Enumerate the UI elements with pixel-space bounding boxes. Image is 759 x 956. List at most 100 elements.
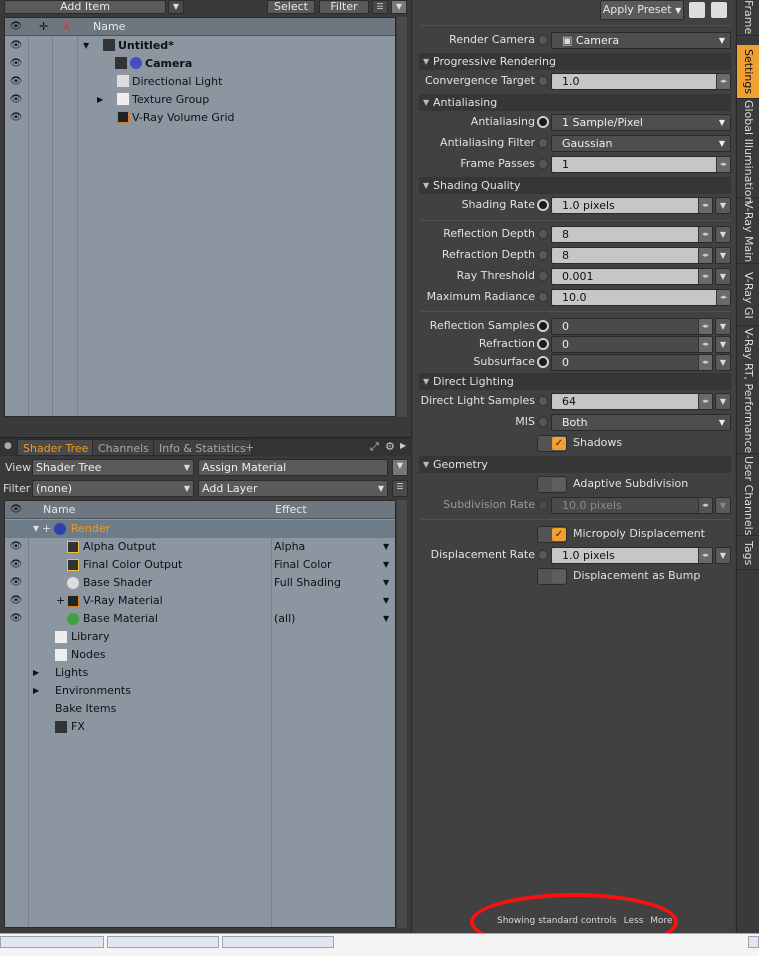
spinner-icon[interactable]: ◂▸ [698, 337, 712, 352]
channel-dot[interactable] [537, 338, 549, 350]
chevron-down-icon[interactable]: ▼ [715, 354, 731, 371]
spinner-icon[interactable]: ◂▸ [698, 394, 712, 409]
tab-user-channels[interactable]: User Channels [737, 456, 759, 536]
taskbar-button[interactable] [107, 936, 219, 948]
panel-arrow-icon[interactable]: ▶ [400, 441, 406, 450]
spinner-icon[interactable]: ◂▸ [698, 355, 712, 370]
subdivision-rate-field[interactable]: 10.0 pixels ◂▸ [551, 497, 713, 514]
add-item-button[interactable]: Add Item [4, 0, 166, 14]
refraction-field[interactable]: 0 ◂▸ [551, 336, 713, 353]
shading-section[interactable]: ▼ Shading Quality [419, 177, 731, 194]
tab-frame[interactable]: Frame [737, 0, 759, 36]
list-item[interactable]: ▶ Environments [5, 682, 395, 700]
visibility-icon[interactable]: 👁 [9, 542, 23, 552]
channel-dot[interactable] [537, 137, 549, 149]
chevron-down-icon[interactable]: ▼ [715, 226, 731, 243]
displacement-rate-field[interactable]: 1.0 pixels ◂▸ [551, 547, 713, 564]
chevron-down-icon[interactable]: ▼ [715, 393, 731, 410]
add-layer-dropdown[interactable]: Add Layer ▼ [198, 480, 388, 497]
list-item[interactable]: 👁 Camera [5, 55, 395, 73]
row-effect[interactable]: Full Shading [274, 574, 341, 592]
list-item[interactable]: Library [5, 628, 395, 646]
list-item[interactable]: FX [5, 718, 395, 736]
name-column-header[interactable]: Name [93, 20, 125, 33]
displacement-bump-checkbox[interactable] [537, 568, 567, 585]
visibility-icon[interactable]: 👁 [9, 41, 23, 51]
aa-filter-dropdown[interactable]: Gaussian ▼ [551, 135, 731, 152]
chevron-down-icon[interactable]: ▼ [715, 197, 731, 214]
plus-icon[interactable]: + [42, 520, 51, 538]
table-row[interactable]: 👁 Final Color Output Final Color ▼ [5, 556, 395, 574]
chevron-down-icon[interactable]: ▼ [715, 247, 731, 264]
channel-dot[interactable] [537, 320, 549, 332]
filter-funnel-icon[interactable]: ▼ [392, 459, 408, 476]
channel-dot[interactable] [537, 228, 549, 240]
channel-dot[interactable] [537, 356, 549, 368]
subsurface-field[interactable]: 0 ◂▸ [551, 354, 713, 371]
antialiasing-section[interactable]: ▼ Antialiasing [419, 94, 731, 111]
channel-dot[interactable] [537, 75, 549, 87]
tab-settings[interactable]: Settings [737, 45, 759, 99]
spinner-icon[interactable]: ◂▸ [698, 227, 712, 242]
add-item-dropdown[interactable]: ▼ [168, 0, 184, 14]
visibility-icon[interactable]: 👁 [9, 95, 23, 105]
shadows-checkbox[interactable]: ✓ [537, 435, 567, 452]
micropoly-checkbox[interactable]: ✓ [537, 526, 567, 543]
tab-tags[interactable]: Tags [737, 538, 759, 570]
max-radiance-field[interactable]: 10.0 ◂▸ [551, 289, 731, 306]
apply-preset-button[interactable]: Apply Preset ▼ [600, 0, 684, 20]
taskbar-button[interactable] [0, 936, 104, 948]
expand-arrow-icon[interactable]: ▶ [97, 91, 103, 109]
direct-lighting-section[interactable]: ▼ Direct Lighting [419, 373, 731, 390]
chevron-down-icon[interactable]: ▼ [383, 574, 389, 592]
frame-passes-field[interactable]: 1 ◂▸ [551, 156, 731, 173]
spinner-icon[interactable]: ◂▸ [698, 248, 712, 263]
channel-dot[interactable] [537, 395, 549, 407]
spinner-icon[interactable]: ◂▸ [698, 498, 712, 513]
spinner-icon[interactable]: ◂▸ [716, 157, 730, 172]
visibility-icon[interactable]: 👁 [9, 596, 23, 606]
menu-icon[interactable]: ☰ [372, 0, 388, 14]
row-effect[interactable]: Final Color [274, 556, 332, 574]
channel-dot[interactable] [537, 291, 549, 303]
select-button[interactable]: Select [267, 0, 315, 14]
chevron-down-icon[interactable]: ▼ [715, 336, 731, 353]
effect-column-header[interactable]: Effect [275, 503, 307, 516]
progressive-section[interactable]: ▼ Progressive Rendering [419, 53, 731, 70]
visibility-icon[interactable]: 👁 [9, 614, 23, 624]
chevron-down-icon[interactable]: ▼ [715, 268, 731, 285]
list-item[interactable]: Bake Items [5, 700, 395, 718]
row-effect[interactable]: (all) [274, 610, 295, 628]
spinner-icon[interactable]: ◂▸ [698, 269, 712, 284]
tab-shader-tree[interactable]: Shader Tree [17, 439, 95, 456]
filter-dropdown[interactable]: (none) ▼ [32, 480, 194, 497]
table-row[interactable]: 👁 Base Shader Full Shading ▼ [5, 574, 395, 592]
collapse-arrow-icon[interactable]: ▼ [83, 37, 89, 55]
adaptive-subdivision-checkbox[interactable] [537, 476, 567, 493]
chevron-down-icon[interactable]: ▼ [383, 592, 389, 610]
add-tab-button[interactable]: + [240, 439, 259, 456]
tab-vray-main[interactable]: V-Ray Main [737, 200, 759, 264]
mis-dropdown[interactable]: Both ▼ [551, 414, 731, 431]
assign-material-button[interactable]: Assign Material [198, 459, 388, 476]
channel-dot[interactable] [537, 549, 549, 561]
list-item[interactable]: Nodes [5, 646, 395, 664]
expand-arrow-icon[interactable]: ▼ [33, 520, 39, 538]
name-column-header[interactable]: Name [43, 503, 75, 516]
channel-dot[interactable] [537, 270, 549, 282]
visibility-icon[interactable]: 👁 [9, 59, 23, 69]
channel-dot[interactable] [537, 416, 549, 428]
table-row[interactable]: ▼ + Render [5, 520, 395, 538]
geometry-section[interactable]: ▼ Geometry [419, 456, 731, 473]
refraction-depth-field[interactable]: 8 ◂▸ [551, 247, 713, 264]
channel-dot[interactable] [537, 199, 549, 211]
direct-light-samples-field[interactable]: 64 ◂▸ [551, 393, 713, 410]
ray-threshold-field[interactable]: 0.001 ◂▸ [551, 268, 713, 285]
tab-vray-gi[interactable]: V-Ray GI [737, 266, 759, 326]
spinner-icon[interactable]: ◂▸ [698, 198, 712, 213]
table-row[interactable]: 👁 Alpha Output Alpha ▼ [5, 538, 395, 556]
expand-icon[interactable]: ⤢ [370, 440, 379, 454]
list-item[interactable]: 👁 ▼ Untitled* [5, 37, 395, 55]
save-icon[interactable] [689, 2, 705, 18]
expand-arrow-icon[interactable]: ▶ [33, 682, 39, 700]
